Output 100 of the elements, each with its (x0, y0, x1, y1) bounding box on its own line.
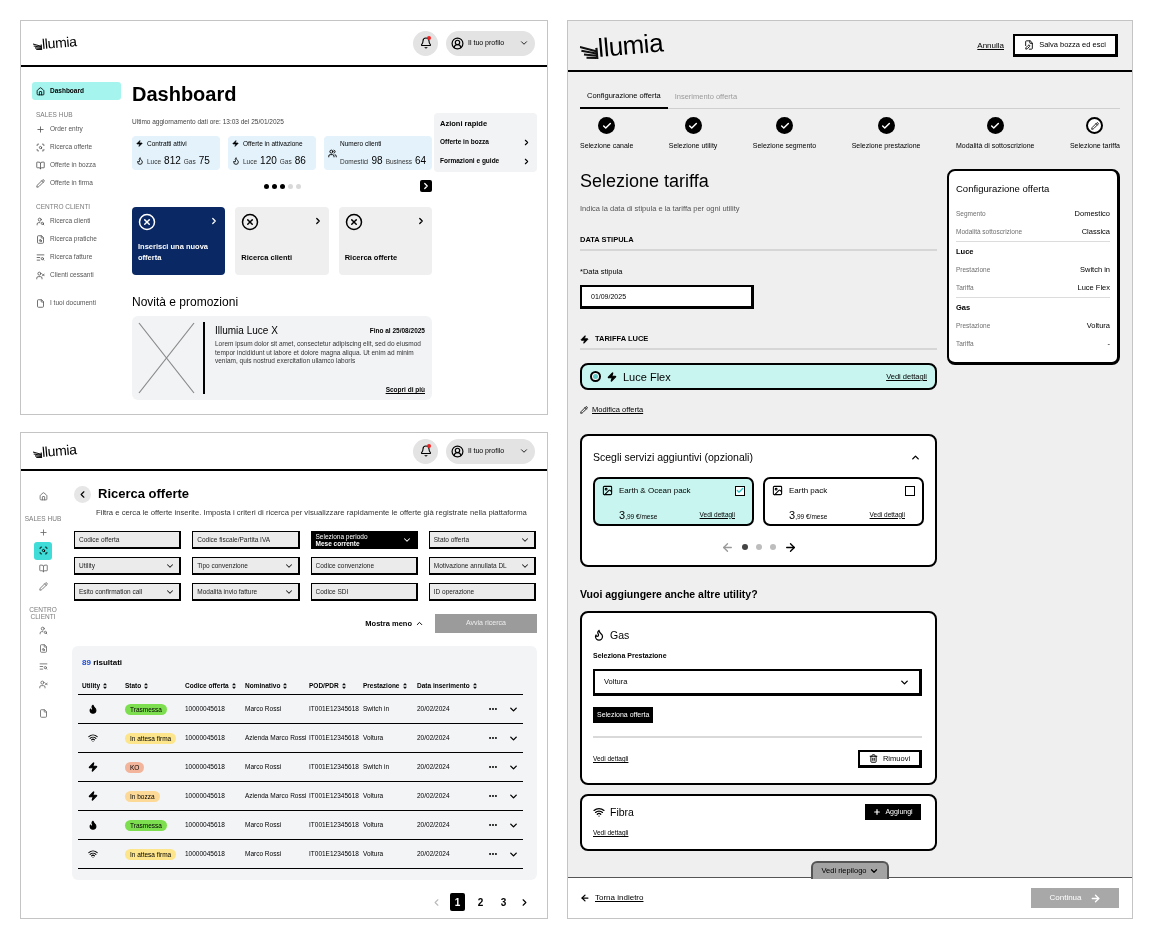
chevron-up-icon (415, 619, 424, 628)
logo[interactable]: llumia (578, 27, 664, 64)
stat-value: 812 (164, 155, 181, 167)
image-placeholder (138, 322, 195, 394)
lightning-icon (232, 140, 239, 147)
flame-icon (232, 157, 240, 165)
tariff-name: Luce Flex (623, 369, 671, 384)
sort-icon (402, 682, 407, 689)
notifications-button[interactable] (413, 30, 438, 56)
user-search-icon (36, 216, 45, 226)
logo[interactable]: llumia (32, 441, 78, 461)
service-name: Earth pack (789, 485, 828, 496)
checkbox[interactable] (735, 485, 745, 496)
lightning-icon (607, 371, 617, 382)
wifi-icon (88, 849, 98, 859)
sort-icon (283, 682, 288, 689)
scan-search-icon (38, 546, 48, 555)
bell-icon (419, 37, 432, 49)
service-name: Earth & Ocean pack (619, 485, 691, 496)
section-heading: Novità e promozioni (132, 295, 240, 309)
flame-icon (593, 629, 605, 641)
sort-icon (341, 682, 346, 689)
lightning-icon (88, 791, 98, 801)
plus-icon (36, 124, 45, 134)
next-button[interactable] (420, 180, 432, 192)
page-button[interactable]: 3 (496, 893, 511, 911)
back-button[interactable] (74, 485, 91, 503)
user-icon (451, 444, 464, 458)
pencil-icon (38, 582, 48, 591)
sort-icon (472, 682, 477, 689)
circle-x-icon (241, 213, 260, 231)
utility-name: Gas (610, 628, 630, 642)
circle-x-icon (138, 213, 156, 231)
file-search-icon (36, 234, 45, 244)
chevron-right-icon (416, 216, 426, 226)
utility-name: Fibra (610, 805, 634, 819)
plus-icon (38, 528, 48, 537)
wifi-icon (593, 806, 605, 818)
plus-icon (873, 808, 882, 816)
user-icon (451, 36, 464, 50)
lightning-icon (580, 334, 589, 344)
user-x-icon (38, 680, 48, 689)
stat-value: 98 (371, 155, 383, 167)
results-count: 89 risultati (81, 658, 124, 668)
file-icon (38, 709, 48, 718)
stat-value: 64 (415, 155, 427, 167)
book-icon (36, 160, 45, 170)
users-icon (328, 148, 337, 158)
trash-icon (868, 754, 878, 763)
page-title: Selezione tariffa (580, 170, 710, 193)
page-button[interactable]: 1 (450, 893, 465, 911)
house-icon (36, 86, 45, 96)
text-search-icon (38, 662, 48, 671)
notifications-button[interactable] (413, 438, 438, 464)
arrow-left-icon (720, 540, 734, 554)
page-button[interactable]: 2 (473, 893, 488, 911)
page-title: Dashboard (132, 82, 238, 106)
radio-button[interactable] (590, 371, 601, 382)
chevron-down-icon (868, 866, 879, 876)
book-icon (38, 564, 48, 573)
logo[interactable]: llumia (32, 33, 78, 53)
chevron-down-icon (519, 446, 529, 456)
page-title: Ricerca offerte (98, 485, 190, 503)
bell-icon (419, 445, 432, 457)
arrow-left-icon (580, 893, 590, 903)
chevron-down-icon (519, 38, 529, 48)
user-x-icon (36, 270, 45, 280)
lightning-icon (88, 762, 98, 772)
pencil-icon (580, 406, 588, 414)
flame-icon (88, 704, 98, 714)
file-icon (36, 298, 45, 308)
user-search-icon (38, 626, 48, 635)
text-search-icon (36, 252, 45, 262)
image-icon (602, 485, 613, 496)
back-link[interactable]: Torna indietro (580, 892, 644, 904)
wifi-icon (88, 733, 98, 743)
stat-value: 120 (260, 155, 277, 167)
promo-title: Illumia Luce X (215, 325, 278, 337)
sort-icon (103, 682, 108, 689)
section-heading: Vuoi aggiungere anche altre utility? (580, 587, 759, 601)
cancel-link[interactable]: Annulla (977, 39, 1004, 52)
checkbox[interactable] (905, 485, 915, 496)
pencil-icon (36, 178, 45, 188)
image-icon (772, 485, 783, 496)
scan-search-icon (36, 142, 45, 152)
stat-value: 86 (294, 155, 306, 167)
card-title: Scegli servizi aggiuntivi (opzionali) (593, 450, 753, 464)
next-button[interactable] (783, 540, 797, 554)
sidebar-icon-button[interactable] (34, 541, 52, 560)
chevron-right-icon (421, 181, 431, 191)
arrow-right-icon (1089, 892, 1101, 904)
circle-x-icon (344, 213, 363, 231)
flame-icon (88, 820, 98, 830)
arrow-right-icon (783, 540, 797, 554)
sort-icon (231, 682, 236, 689)
file-pen-icon (1024, 40, 1035, 50)
lightning-icon (136, 140, 143, 147)
flame-icon (136, 157, 144, 165)
sort-icon (144, 682, 149, 689)
stat-value: 75 (198, 155, 210, 167)
